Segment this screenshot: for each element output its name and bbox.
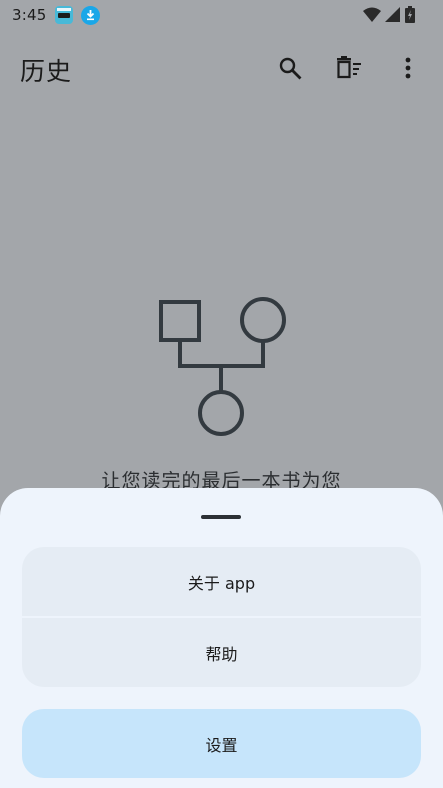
- wifi-icon: [363, 7, 381, 23]
- battery-icon: [405, 6, 415, 23]
- drag-handle[interactable]: [201, 515, 241, 519]
- page-title: 历史: [20, 57, 73, 86]
- bottom-sheet: 关于 app 帮助 设置: [0, 488, 443, 788]
- about-app-button[interactable]: 关于 app: [22, 547, 421, 616]
- delete-history-icon[interactable]: [335, 54, 363, 82]
- app-notification-icon: [55, 6, 74, 24]
- search-icon[interactable]: [276, 54, 304, 82]
- menu-group: 关于 app 帮助: [22, 547, 421, 687]
- family-tree-icon: [155, 292, 290, 444]
- status-time: 3:45: [12, 6, 47, 24]
- download-icon: [81, 5, 101, 25]
- help-button[interactable]: 帮助: [22, 618, 421, 687]
- more-vert-icon[interactable]: [394, 54, 422, 82]
- signal-icon: [385, 6, 401, 23]
- status-bar: 3:45: [0, 0, 443, 30]
- app-bar: 历史: [0, 40, 443, 96]
- settings-button[interactable]: 设置: [22, 709, 421, 778]
